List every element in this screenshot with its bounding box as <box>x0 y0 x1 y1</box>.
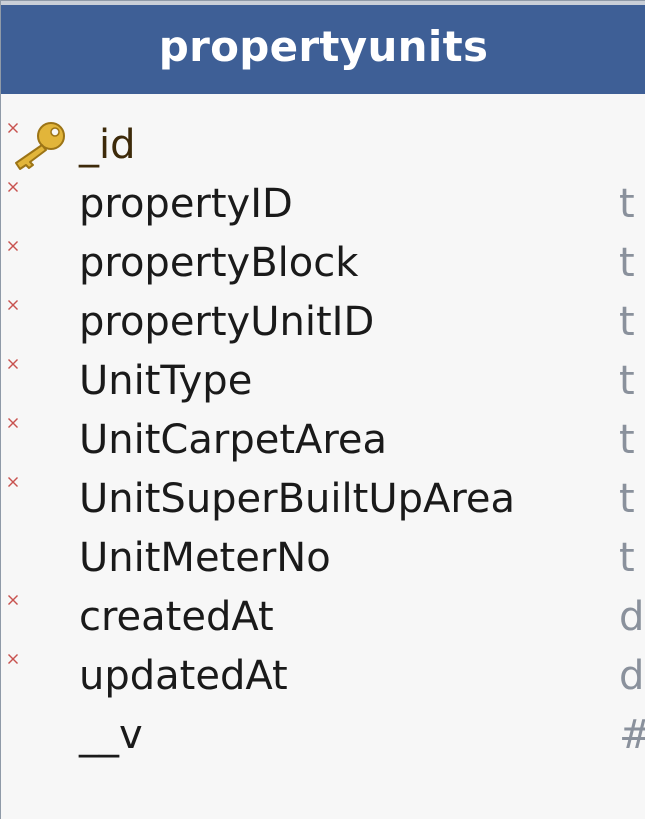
table-header[interactable]: propertyunits <box>1 1 645 94</box>
field-row[interactable]: UnitMeterNo t <box>1 529 645 588</box>
field-row[interactable]: UnitSuperBuiltUpArea t <box>1 470 645 529</box>
field-name: updatedAt <box>79 653 288 699</box>
field-row[interactable]: UnitCarpetArea t <box>1 411 645 470</box>
required-marker-icon <box>8 654 18 664</box>
field-type: t <box>619 417 635 463</box>
field-name: propertyUnitID <box>79 299 375 345</box>
field-name: _id <box>79 122 136 168</box>
field-name: propertyID <box>79 181 293 227</box>
table-entity[interactable]: propertyunits _id propertyID t propertyB… <box>0 0 645 819</box>
field-name: UnitSuperBuiltUpArea <box>79 476 516 522</box>
field-type: t <box>619 240 635 286</box>
field-name: UnitCarpetArea <box>79 417 388 463</box>
field-type: t <box>619 476 635 522</box>
field-type: # <box>619 706 645 764</box>
table-title: propertyunits <box>158 22 489 71</box>
field-row[interactable]: __v # <box>1 706 645 765</box>
field-row[interactable]: _id <box>1 116 645 175</box>
field-row[interactable]: updatedAt d <box>1 647 645 706</box>
field-row[interactable]: UnitType t <box>1 352 645 411</box>
field-name: __v <box>79 712 143 758</box>
required-marker-icon <box>8 182 18 192</box>
required-marker-icon <box>8 477 18 487</box>
field-name: createdAt <box>79 594 274 640</box>
required-marker-icon <box>8 241 18 251</box>
field-type: t <box>619 358 635 404</box>
field-type: d <box>619 653 645 699</box>
required-marker-icon <box>8 300 18 310</box>
field-row[interactable]: createdAt d <box>1 588 645 647</box>
field-name: UnitMeterNo <box>79 535 331 581</box>
field-name: UnitType <box>79 358 253 404</box>
field-type: t <box>619 535 635 581</box>
required-marker-icon <box>8 359 18 369</box>
field-type: d <box>619 594 645 640</box>
field-row[interactable]: propertyUnitID t <box>1 293 645 352</box>
field-type: t <box>619 299 635 345</box>
field-name: propertyBlock <box>79 240 359 286</box>
field-row[interactable]: propertyBlock t <box>1 234 645 293</box>
required-marker-icon <box>8 595 18 605</box>
field-row[interactable]: propertyID t <box>1 175 645 234</box>
field-type: t <box>619 181 635 227</box>
field-list: _id propertyID t propertyBlock t propert… <box>1 116 645 765</box>
required-marker-icon <box>8 418 18 428</box>
key-icon <box>15 122 65 170</box>
